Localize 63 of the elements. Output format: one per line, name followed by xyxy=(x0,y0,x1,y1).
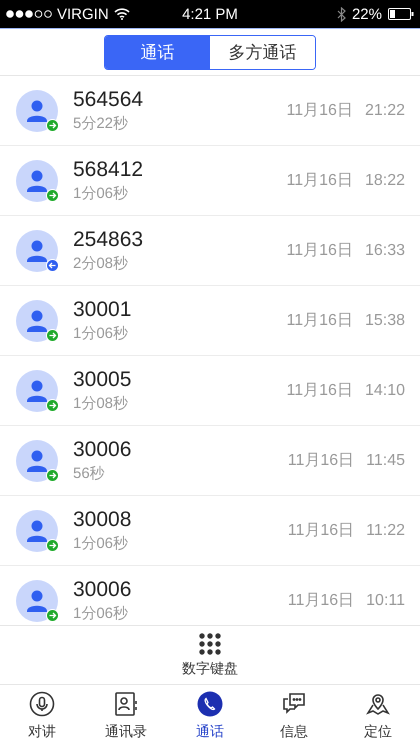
phone-number: 30006 xyxy=(73,578,132,602)
segment-tab[interactable]: 通话 xyxy=(105,36,210,68)
chat-bubbles-icon xyxy=(281,691,307,717)
avatar-icon xyxy=(16,160,58,202)
keypad-button[interactable]: 数字键盘 xyxy=(0,625,420,685)
call-duration: 1分06秒 xyxy=(73,184,130,203)
call-time: 14:10 xyxy=(364,382,405,400)
bluetooth-icon xyxy=(336,6,346,22)
call-date: 11月16日 xyxy=(286,381,353,401)
call-date: 11月16日 xyxy=(286,241,353,261)
avatar-icon xyxy=(16,440,58,482)
right-arrow-icon xyxy=(46,538,59,552)
phone-number: 30001 xyxy=(73,298,132,322)
map-pin-icon xyxy=(365,691,391,717)
call-duration: 2分08秒 xyxy=(73,254,130,273)
right-arrow-icon xyxy=(46,118,59,132)
call-duration: 1分06秒 xyxy=(73,324,130,343)
call-time: 16:33 xyxy=(364,242,405,260)
phone-number: 254863 xyxy=(73,228,144,252)
phone-number: 568412 xyxy=(73,158,144,182)
call-duration: 1分08秒 xyxy=(73,394,130,413)
call-duration: 5分22秒 xyxy=(73,114,130,133)
phone-icon xyxy=(197,691,223,717)
call-date: 11月16日 xyxy=(288,451,354,471)
call-time: 11:22 xyxy=(366,522,405,540)
carrier-name: VIRGIN xyxy=(57,6,109,22)
left-arrow-icon xyxy=(46,258,59,272)
call-duration: 56秒 xyxy=(73,464,106,483)
call-time: 10:11 xyxy=(366,592,405,610)
call-date: 11月16日 xyxy=(286,101,353,121)
phone-number: 30008 xyxy=(73,508,132,532)
phone-number: 30005 xyxy=(73,368,132,392)
signal-strength-icon xyxy=(6,10,52,18)
call-date: 11月16日 xyxy=(286,311,353,331)
dial-pad-icon xyxy=(198,632,222,656)
avatar-icon xyxy=(16,580,58,622)
call-time: 15:38 xyxy=(364,312,405,330)
avatar-icon xyxy=(16,510,58,552)
right-arrow-icon xyxy=(46,188,59,202)
battery-icon xyxy=(388,8,414,20)
call-time: 11:45 xyxy=(366,452,405,470)
call-date: 11月16日 xyxy=(288,521,354,541)
avatar-icon xyxy=(16,230,58,272)
avatar-icon xyxy=(16,370,58,412)
call-date: 11月16日 xyxy=(288,591,354,611)
call-duration: 1分06秒 xyxy=(73,534,130,553)
phone-number: 30006 xyxy=(73,438,132,462)
call-time: 18:22 xyxy=(364,172,405,190)
call-date: 11月16日 xyxy=(286,171,353,191)
call-time: 21:22 xyxy=(364,102,405,120)
clock-time: 4:21 PM xyxy=(182,6,238,22)
right-arrow-icon xyxy=(46,398,59,412)
avatar-icon xyxy=(16,300,58,342)
right-arrow-icon xyxy=(46,608,59,622)
right-arrow-icon xyxy=(46,468,59,482)
right-arrow-icon xyxy=(46,328,59,342)
phone-number: 564564 xyxy=(73,88,144,112)
contact-card-icon xyxy=(113,691,139,717)
microphone-icon xyxy=(29,691,55,717)
avatar-icon xyxy=(16,90,58,132)
battery-percent: 22% xyxy=(352,6,382,22)
call-duration: 1分06秒 xyxy=(73,604,130,623)
wifi-icon xyxy=(114,8,130,20)
